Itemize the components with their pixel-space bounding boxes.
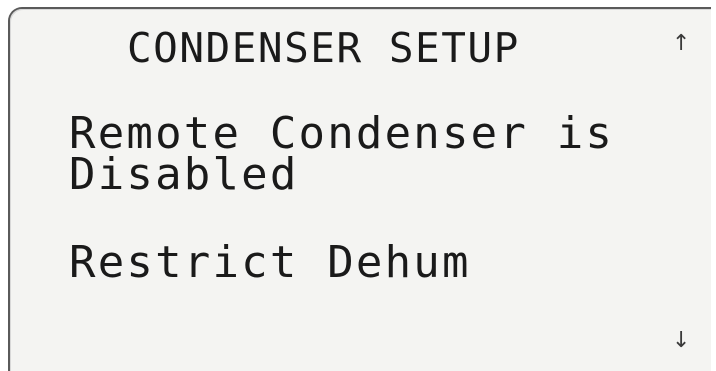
status-line-2: Disabled	[69, 149, 299, 200]
screen-title: CONDENSER SETUP	[127, 24, 520, 72]
menu-item-restrict-dehum[interactable]: Restrict Dehum	[69, 241, 471, 285]
scroll-up-icon[interactable]: ↑	[672, 33, 690, 55]
scroll-down-icon[interactable]: ↓	[672, 330, 690, 352]
